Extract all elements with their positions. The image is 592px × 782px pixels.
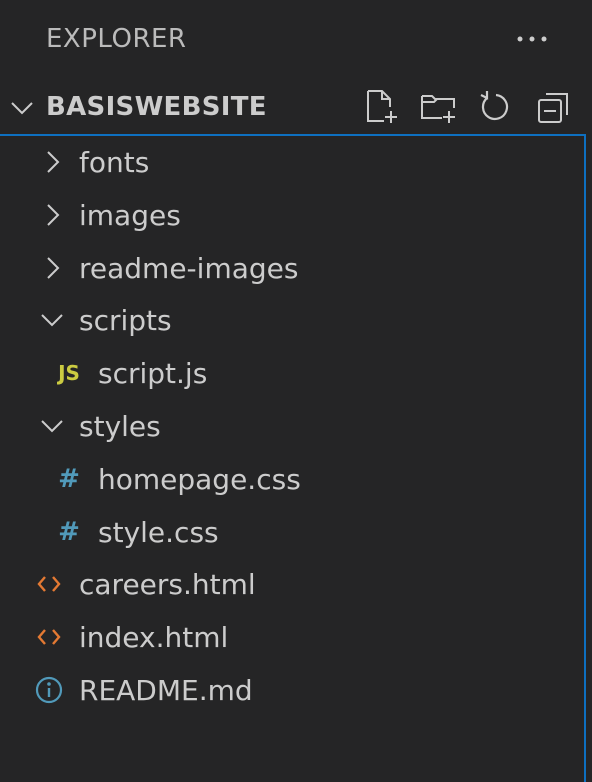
tree-folder-images[interactable]: images bbox=[0, 189, 584, 241]
new-folder-icon bbox=[421, 95, 455, 123]
html-file-icon bbox=[31, 619, 67, 655]
chevron-right-icon bbox=[47, 151, 60, 173]
tree-folder-styles[interactable]: styles bbox=[0, 400, 584, 452]
file-tree: fonts images readme-images scripts JS sc… bbox=[0, 134, 586, 782]
chevron-right-icon bbox=[47, 257, 60, 279]
html-file-icon bbox=[31, 566, 67, 602]
tree-item-label: README.md bbox=[79, 674, 253, 707]
tree-item-label: styles bbox=[79, 410, 161, 443]
chevron-down-icon bbox=[41, 420, 63, 433]
tree-file-index-html[interactable]: index.html bbox=[0, 611, 584, 663]
tree-item-label: readme-images bbox=[79, 252, 299, 285]
new-folder-button[interactable] bbox=[420, 88, 458, 126]
tree-item-label: careers.html bbox=[79, 568, 256, 601]
tree-folder-fonts[interactable]: fonts bbox=[0, 136, 584, 188]
tree-file-careers-html[interactable]: careers.html bbox=[0, 558, 584, 610]
tree-item-label: script.js bbox=[98, 357, 208, 390]
javascript-file-icon: JS bbox=[58, 361, 80, 385]
tree-folder-scripts[interactable]: scripts bbox=[0, 294, 584, 346]
explorer-title: EXPLORER bbox=[46, 24, 187, 54]
new-file-button[interactable] bbox=[362, 88, 400, 126]
tree-file-homepage-css[interactable]: # homepage.css bbox=[0, 453, 584, 505]
more-actions-button[interactable] bbox=[512, 24, 552, 54]
collapse-all-button[interactable] bbox=[535, 88, 573, 126]
explorer-panel: EXPLORER BASISWEBSITE fonts images readm… bbox=[0, 0, 592, 782]
explorer-header: EXPLORER bbox=[0, 0, 592, 80]
info-icon bbox=[31, 672, 67, 708]
tree-item-label: index.html bbox=[79, 621, 229, 654]
tree-folder-readme-images[interactable]: readme-images bbox=[0, 242, 584, 294]
refresh-button[interactable] bbox=[477, 88, 515, 126]
tree-file-readme-md[interactable]: README.md bbox=[0, 664, 584, 716]
chevron-right-icon bbox=[47, 204, 60, 226]
tree-item-label: images bbox=[79, 199, 181, 232]
chevron-down-icon bbox=[11, 102, 33, 115]
refresh-icon bbox=[480, 91, 509, 121]
ellipsis-icon bbox=[517, 36, 547, 42]
tree-item-label: style.css bbox=[98, 516, 219, 549]
css-file-icon: # bbox=[58, 517, 80, 547]
tree-item-label: homepage.css bbox=[98, 463, 301, 496]
css-file-icon: # bbox=[58, 464, 80, 494]
tree-file-script-js[interactable]: JS script.js bbox=[0, 347, 584, 399]
tree-item-label: scripts bbox=[79, 304, 172, 337]
tree-item-label: fonts bbox=[79, 146, 150, 179]
chevron-down-icon bbox=[41, 314, 63, 327]
workspace-title: BASISWEBSITE bbox=[46, 92, 267, 122]
new-file-icon bbox=[367, 90, 397, 123]
tree-file-style-css[interactable]: # style.css bbox=[0, 506, 584, 558]
collapse-all-icon bbox=[538, 93, 568, 123]
